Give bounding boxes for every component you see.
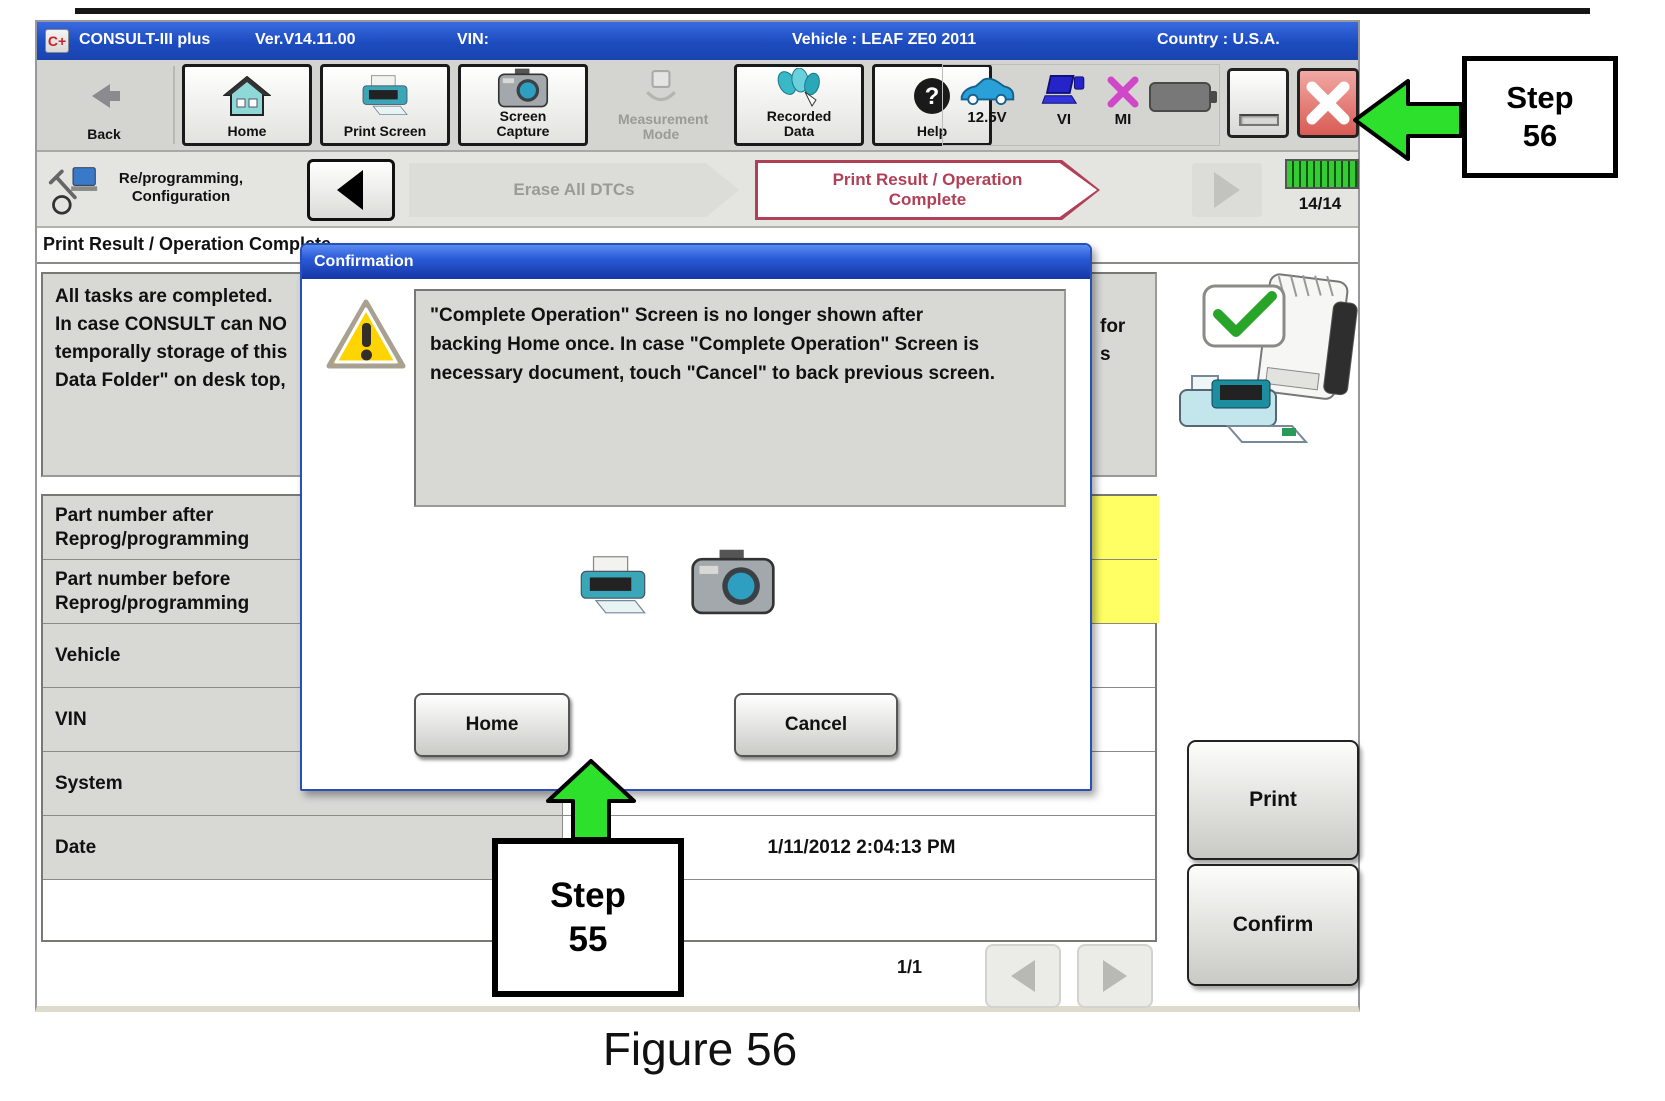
toolbar: Back Home Print Screen Screen Capture [37, 60, 1358, 152]
row-label: Vehicle [55, 644, 121, 668]
confirm-button[interactable]: Confirm [1187, 864, 1359, 986]
close-button[interactable] [1297, 68, 1359, 138]
info-fragment: for [1100, 316, 1125, 338]
page-next-button[interactable] [1077, 944, 1153, 1008]
step56-arrow-icon [1352, 78, 1464, 162]
step55-arrow-icon [545, 758, 637, 842]
vi-status: VI [1037, 74, 1091, 128]
page-indicator: 1/1 [897, 957, 922, 978]
page-prev-button[interactable] [985, 944, 1061, 1008]
dialog-title-bar: Confirmation [302, 245, 1090, 279]
vin-label: VIN: [457, 31, 489, 49]
print-screen-button[interactable]: Print Screen [320, 64, 450, 146]
page-title: Print Result / Operation Complete [43, 234, 331, 255]
minimize-button[interactable] [1227, 68, 1289, 138]
figure-caption: Figure 56 [480, 1022, 920, 1076]
reprogramming-icon [47, 164, 99, 216]
dialog-home-button[interactable]: Home [414, 693, 570, 757]
prev-triangle-icon [329, 166, 373, 214]
dialog-message-line: necessary document, touch "Cancel" to ba… [430, 359, 1050, 388]
minimize-icon [1239, 114, 1279, 126]
home-button[interactable]: Home [182, 64, 312, 146]
warning-icon [324, 297, 408, 373]
next-triangle-icon [1208, 168, 1246, 212]
app-name: CONSULT-III plus [79, 31, 210, 49]
mi-x-icon [1106, 76, 1140, 108]
app-version: Ver.V14.11.00 [255, 31, 356, 49]
dialog-cancel-button[interactable]: Cancel [734, 693, 898, 757]
dialog-camera-icon [690, 545, 776, 619]
row-label: System [55, 772, 123, 796]
page-prev-icon [1005, 956, 1041, 996]
svg-text:?: ? [925, 83, 940, 110]
close-x-icon [1300, 71, 1356, 135]
country-label: Country : U.S.A. [1157, 31, 1280, 49]
ecu-print-success-illustration [1170, 260, 1362, 455]
dialog-message-line: backing Home once. In case "Complete Ope… [430, 330, 1050, 359]
toolbar-divider [173, 66, 175, 144]
info-fragment: s [1100, 344, 1111, 366]
printer-icon [357, 67, 413, 124]
title-bar: C+ CONSULT-III plus Ver.V14.11.00 VIN: V… [37, 22, 1358, 60]
dialog-message-line: "Complete Operation" Screen is no longer… [430, 301, 1050, 330]
recorded-data-button[interactable]: Recorded Data [734, 64, 864, 146]
row-label: VIN [55, 708, 87, 732]
back-button[interactable]: Back [43, 64, 165, 146]
confirmation-dialog: Confirmation "Complete Operation" Screen… [300, 243, 1092, 791]
document-page: C+ CONSULT-III plus Ver.V14.11.00 VIN: V… [0, 0, 1665, 1101]
print-button[interactable]: Print [1187, 740, 1359, 860]
car-icon [956, 76, 1018, 106]
battery-icon [1149, 80, 1219, 114]
breadcrumb-back-button[interactable] [307, 159, 395, 221]
progress-bar [1285, 159, 1359, 189]
step-erase-all-dtcs: Erase All DTCs [409, 163, 739, 217]
back-arrow-icon [84, 64, 124, 127]
progress-count: 14/14 [1281, 194, 1359, 214]
dialog-message-box: "Complete Operation" Screen is no longer… [414, 289, 1066, 507]
mode-label: Re/programming, Configuration [101, 170, 261, 206]
mi-status: MI [1101, 76, 1145, 128]
page-next-icon [1097, 956, 1133, 996]
breadcrumb-next-button[interactable] [1192, 163, 1262, 217]
vehicle-battery-status: 12.5V [949, 76, 1025, 126]
step55-callout: Step 55 [492, 838, 684, 997]
vehicle-label: Vehicle : LEAF ZE0 2011 [792, 31, 976, 49]
step56-callout: Step 56 [1462, 56, 1618, 178]
measurement-mode-button[interactable]: Measurement Mode [596, 64, 726, 146]
vi-device-icon [1040, 74, 1088, 108]
camera-icon [496, 67, 550, 109]
document-top-rule [75, 8, 1590, 14]
breadcrumb-bar: Re/programming, Configuration Erase All … [37, 152, 1358, 228]
recorded-data-icon [774, 67, 824, 109]
measurement-icon [639, 64, 683, 112]
home-icon [223, 67, 271, 124]
screen-capture-button[interactable]: Screen Capture [458, 64, 588, 146]
app-logo-icon: C+ [45, 29, 69, 53]
row-label: Date [55, 836, 96, 860]
dialog-printer-icon [574, 553, 652, 619]
step-print-result: Print Result / Operation Complete [758, 163, 1097, 217]
